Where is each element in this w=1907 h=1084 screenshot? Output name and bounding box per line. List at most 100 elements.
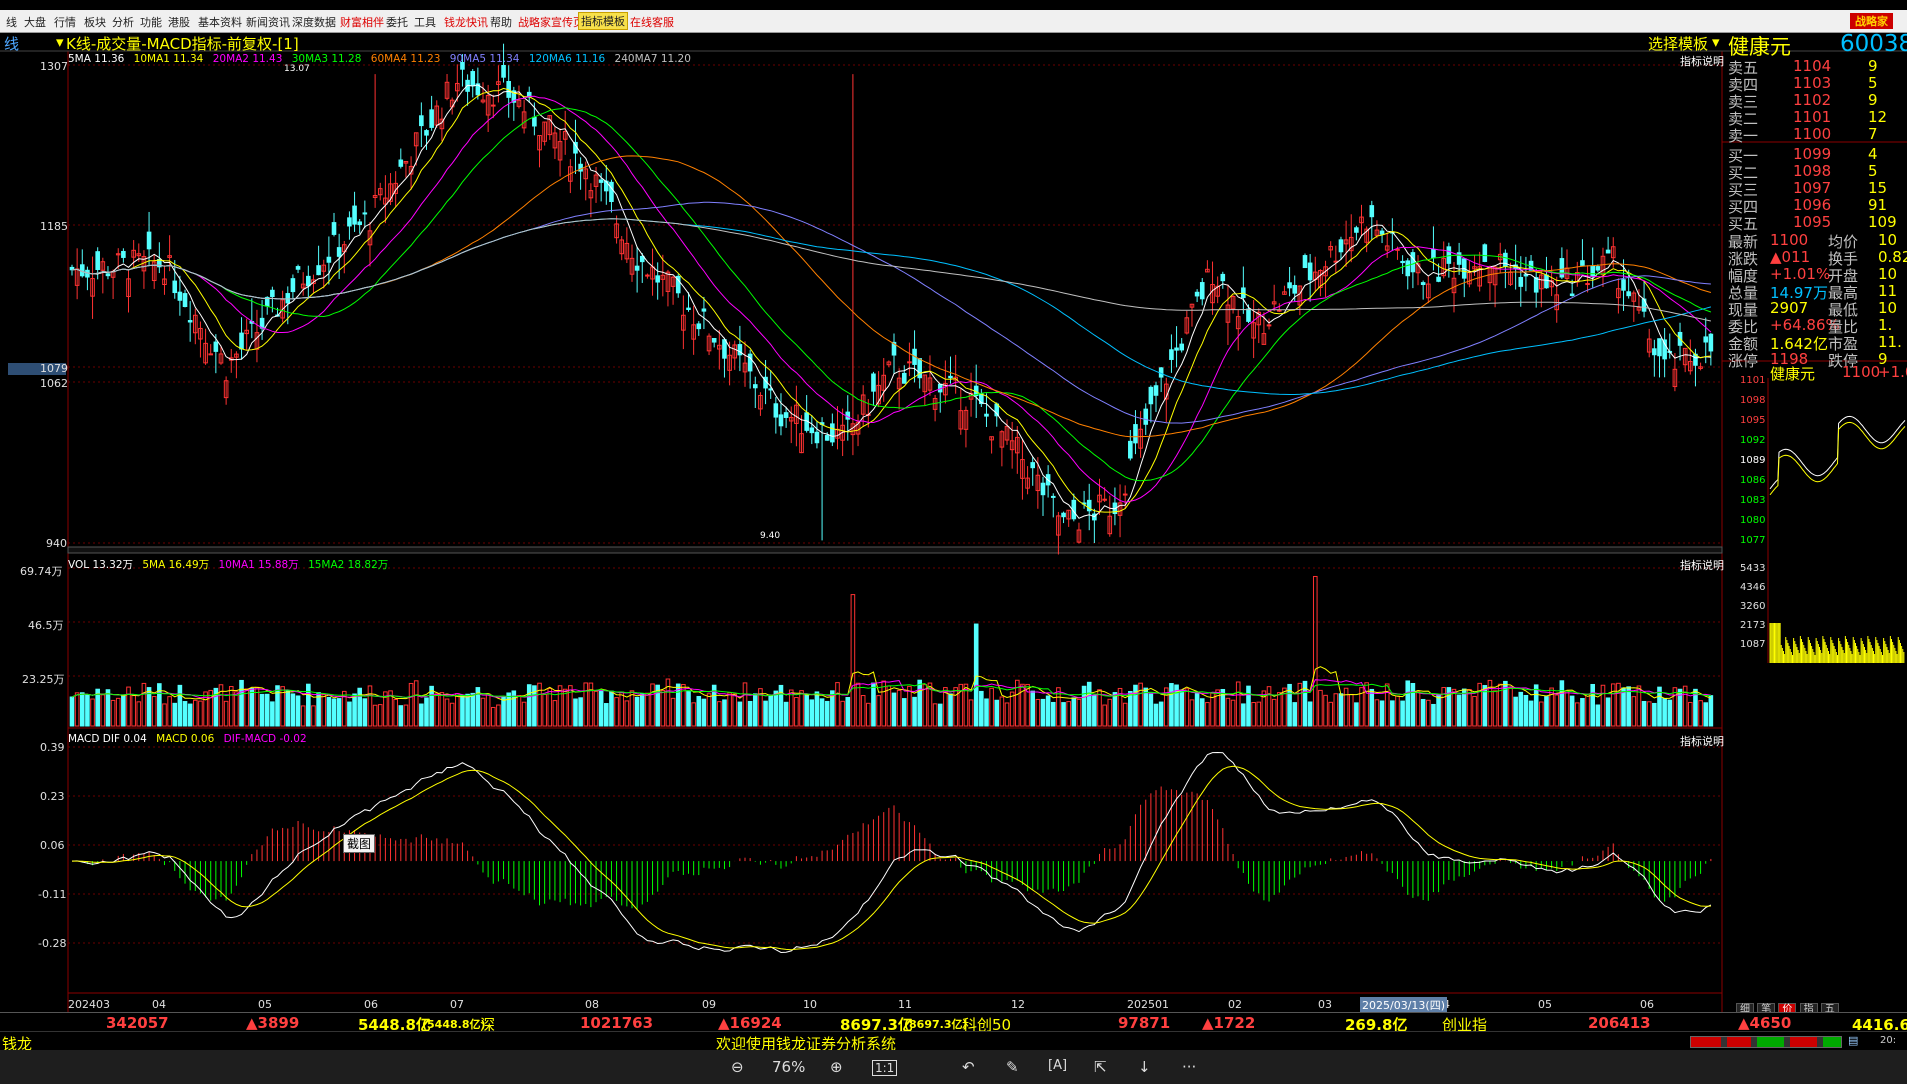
volume-bar — [794, 697, 799, 727]
candle-body — [1266, 324, 1272, 327]
menu-item-functions[interactable]: 功能 — [140, 14, 162, 30]
candle-body — [121, 250, 126, 258]
menu-item-sectors[interactable]: 板块 — [84, 14, 106, 30]
chart-canvas[interactable] — [0, 33, 1907, 1050]
ma-legend-item: 10MA1 11.34 — [133, 53, 204, 65]
volume-bar — [994, 699, 1000, 727]
edit-pen-icon[interactable]: ✎ — [1006, 1058, 1019, 1076]
volume-bar — [1662, 697, 1667, 727]
menu-item-hk[interactable]: 港股 — [168, 14, 190, 30]
menu-item-wealth[interactable]: 财富相伴 — [340, 14, 384, 30]
menu-item-analysis[interactable]: 分析 — [112, 14, 134, 30]
screenshot-tooltip[interactable]: 截图 — [343, 834, 376, 853]
candle-body — [1128, 440, 1133, 459]
volume-bar — [650, 683, 655, 727]
volume-bar — [187, 703, 193, 727]
candle-body — [1379, 230, 1385, 235]
share-icon[interactable]: ⇱ — [1094, 1058, 1107, 1076]
menu-item-tools[interactable]: 工具 — [414, 14, 436, 30]
volume-bar — [490, 706, 496, 727]
select-template-button[interactable]: 选择模板 — [1648, 33, 1708, 54]
volume-bar — [1210, 692, 1215, 727]
candle-body — [814, 431, 820, 444]
candle-body — [490, 104, 496, 107]
menu-item-line[interactable]: 线 — [6, 14, 17, 30]
volume-bar — [691, 702, 696, 727]
actual-size-icon[interactable]: 1:1 — [872, 1060, 898, 1076]
candle-body — [1179, 343, 1184, 351]
template-dropdown-arrow[interactable]: ▾ — [1712, 33, 1720, 51]
volume-bar — [239, 679, 244, 727]
quote-volume: 15 — [1868, 179, 1888, 197]
indicator-help-volume[interactable]: 指标说明 — [1680, 557, 1724, 573]
volume-bar — [984, 698, 989, 727]
volume-bar — [465, 693, 470, 727]
volume-bar — [372, 704, 378, 727]
menu-item-market[interactable]: 大盘 — [24, 14, 46, 30]
candle-body — [501, 65, 506, 78]
quote-volume: 5 — [1868, 162, 1878, 180]
menu-item-flash-news[interactable]: 钱龙快讯 — [444, 14, 488, 30]
menu-item-deep-data[interactable]: 深度数据 — [292, 14, 336, 30]
candle-body — [598, 179, 604, 183]
menu-item-help[interactable]: 帮助 — [490, 14, 512, 30]
volume-bar — [804, 694, 809, 727]
menu-item-indicator-template[interactable]: 指标模板 — [578, 12, 628, 30]
volume-bar — [1426, 699, 1431, 727]
candle-body — [1662, 339, 1667, 360]
ma-line — [71, 95, 1712, 503]
volume-bar — [1318, 689, 1323, 727]
more-options-icon[interactable]: ··· — [1182, 1058, 1196, 1076]
mini-y-tick: 1092 — [1740, 435, 1766, 446]
volume-bar — [896, 689, 902, 727]
candle-body — [737, 344, 743, 356]
indicator-help-main[interactable]: 指标说明 — [1680, 53, 1724, 69]
menu-item-strategist-page[interactable]: 战略家宣传页 — [518, 14, 584, 30]
brand-logo[interactable]: 战略家 — [1850, 13, 1893, 29]
candle-body — [1169, 349, 1174, 360]
quote-price: 1098 — [1793, 162, 1832, 180]
indicator-help-macd[interactable]: 指标说明 — [1680, 733, 1724, 749]
candle-body — [1405, 260, 1411, 277]
vol-y-tick: 69.74万 — [20, 565, 63, 578]
menu-item-fundamentals[interactable]: 基本资料 — [198, 14, 242, 30]
volume-bar — [619, 691, 625, 727]
chart-dropdown-arrow[interactable]: ▾ — [56, 33, 64, 51]
quote-price: 1096 — [1793, 196, 1832, 214]
volume-bar — [696, 695, 702, 727]
volume-bar — [907, 685, 912, 727]
volume-bar — [973, 623, 979, 727]
volume-bar — [398, 705, 404, 727]
rotate-icon[interactable]: ↶ — [962, 1058, 975, 1076]
volume-bar — [1415, 690, 1421, 727]
menu-item-quotes[interactable]: 行情 — [54, 14, 76, 30]
menu-item-order[interactable]: 委托 — [386, 14, 408, 30]
volume-bar — [701, 698, 707, 727]
x-tick: 06 — [364, 998, 378, 1011]
download-icon[interactable]: ↓ — [1138, 1058, 1151, 1076]
macd-legend-item: DIF-MACD -0.02 — [223, 733, 307, 745]
volume-bar — [706, 693, 712, 727]
menu-item-online-service[interactable]: 在线客服 — [630, 14, 674, 30]
chart-prefix[interactable]: 线 — [4, 33, 19, 54]
candle-body — [1354, 227, 1359, 233]
zoom-out-icon[interactable]: ⊖ — [731, 1058, 744, 1076]
macd-series — [71, 751, 1712, 954]
volume-bar — [1189, 699, 1195, 727]
ocr-icon[interactable]: [A] — [1048, 1058, 1067, 1073]
stat-value: 2907 — [1770, 299, 1809, 317]
volume-bar — [1554, 694, 1560, 727]
cy-volume: 206413 — [1588, 1014, 1651, 1032]
candle-body — [362, 212, 368, 215]
zoom-in-icon[interactable]: ⊕ — [830, 1058, 843, 1076]
volume-bar — [876, 695, 881, 727]
candle-body — [686, 307, 691, 310]
volume-bar — [485, 693, 491, 727]
volume-bar — [110, 699, 116, 727]
volume-bar — [1225, 697, 1231, 727]
volume-bar — [1580, 698, 1585, 727]
candle-body — [1621, 279, 1626, 291]
menu-item-news[interactable]: 新闻资讯 — [246, 14, 290, 30]
volume-bar — [126, 686, 131, 727]
vol-legend-item: 10MA1 15.88万 — [218, 559, 299, 571]
